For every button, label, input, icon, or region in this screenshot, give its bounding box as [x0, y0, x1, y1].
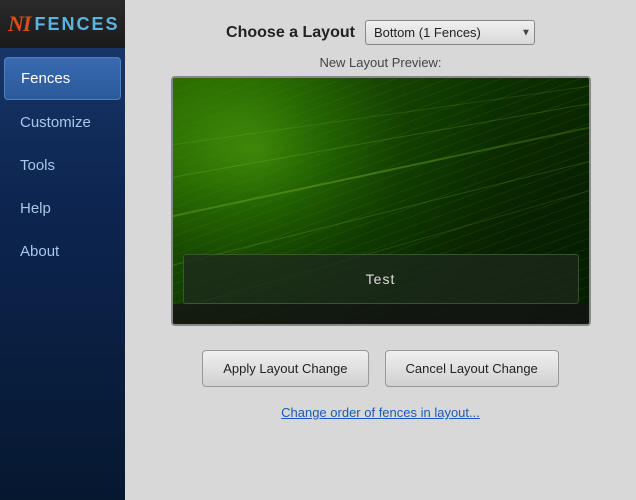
- cancel-layout-button[interactable]: Cancel Layout Change: [385, 350, 559, 387]
- logo-ni-text: NI: [8, 11, 30, 37]
- buttons-row: Apply Layout Change Cancel Layout Change: [202, 350, 559, 387]
- sidebar-item-help[interactable]: Help: [4, 188, 121, 229]
- preview-taskbar: [173, 304, 589, 324]
- fence-panel: Test: [183, 254, 579, 304]
- nav-menu: Fences Customize Tools Help About: [0, 56, 125, 273]
- sidebar-item-customize[interactable]: Customize: [4, 102, 121, 143]
- layout-chooser-row: Choose a Layout Bottom (1 Fences) Top (1…: [226, 20, 535, 45]
- layout-dropdown-wrapper: Bottom (1 Fences) Top (1 Fences) Left (1…: [365, 20, 535, 45]
- layout-preview: Test: [171, 76, 591, 326]
- sidebar-item-about[interactable]: About: [4, 231, 121, 272]
- sidebar: NI Fences Fences Customize Tools Help Ab…: [0, 0, 125, 500]
- fence-panel-label: Test: [366, 271, 396, 287]
- logo-fences-text: Fences: [34, 14, 119, 35]
- choose-layout-label: Choose a Layout: [226, 24, 355, 42]
- main-content: Choose a Layout Bottom (1 Fences) Top (1…: [125, 0, 636, 500]
- sidebar-item-tools[interactable]: Tools: [4, 145, 121, 186]
- logo-area: NI Fences: [0, 0, 125, 48]
- apply-layout-button[interactable]: Apply Layout Change: [202, 350, 368, 387]
- change-order-link[interactable]: Change order of fences in layout...: [281, 405, 480, 420]
- layout-dropdown[interactable]: Bottom (1 Fences) Top (1 Fences) Left (1…: [365, 20, 535, 45]
- sidebar-item-fences[interactable]: Fences: [4, 57, 121, 100]
- preview-label: New Layout Preview:: [319, 55, 441, 70]
